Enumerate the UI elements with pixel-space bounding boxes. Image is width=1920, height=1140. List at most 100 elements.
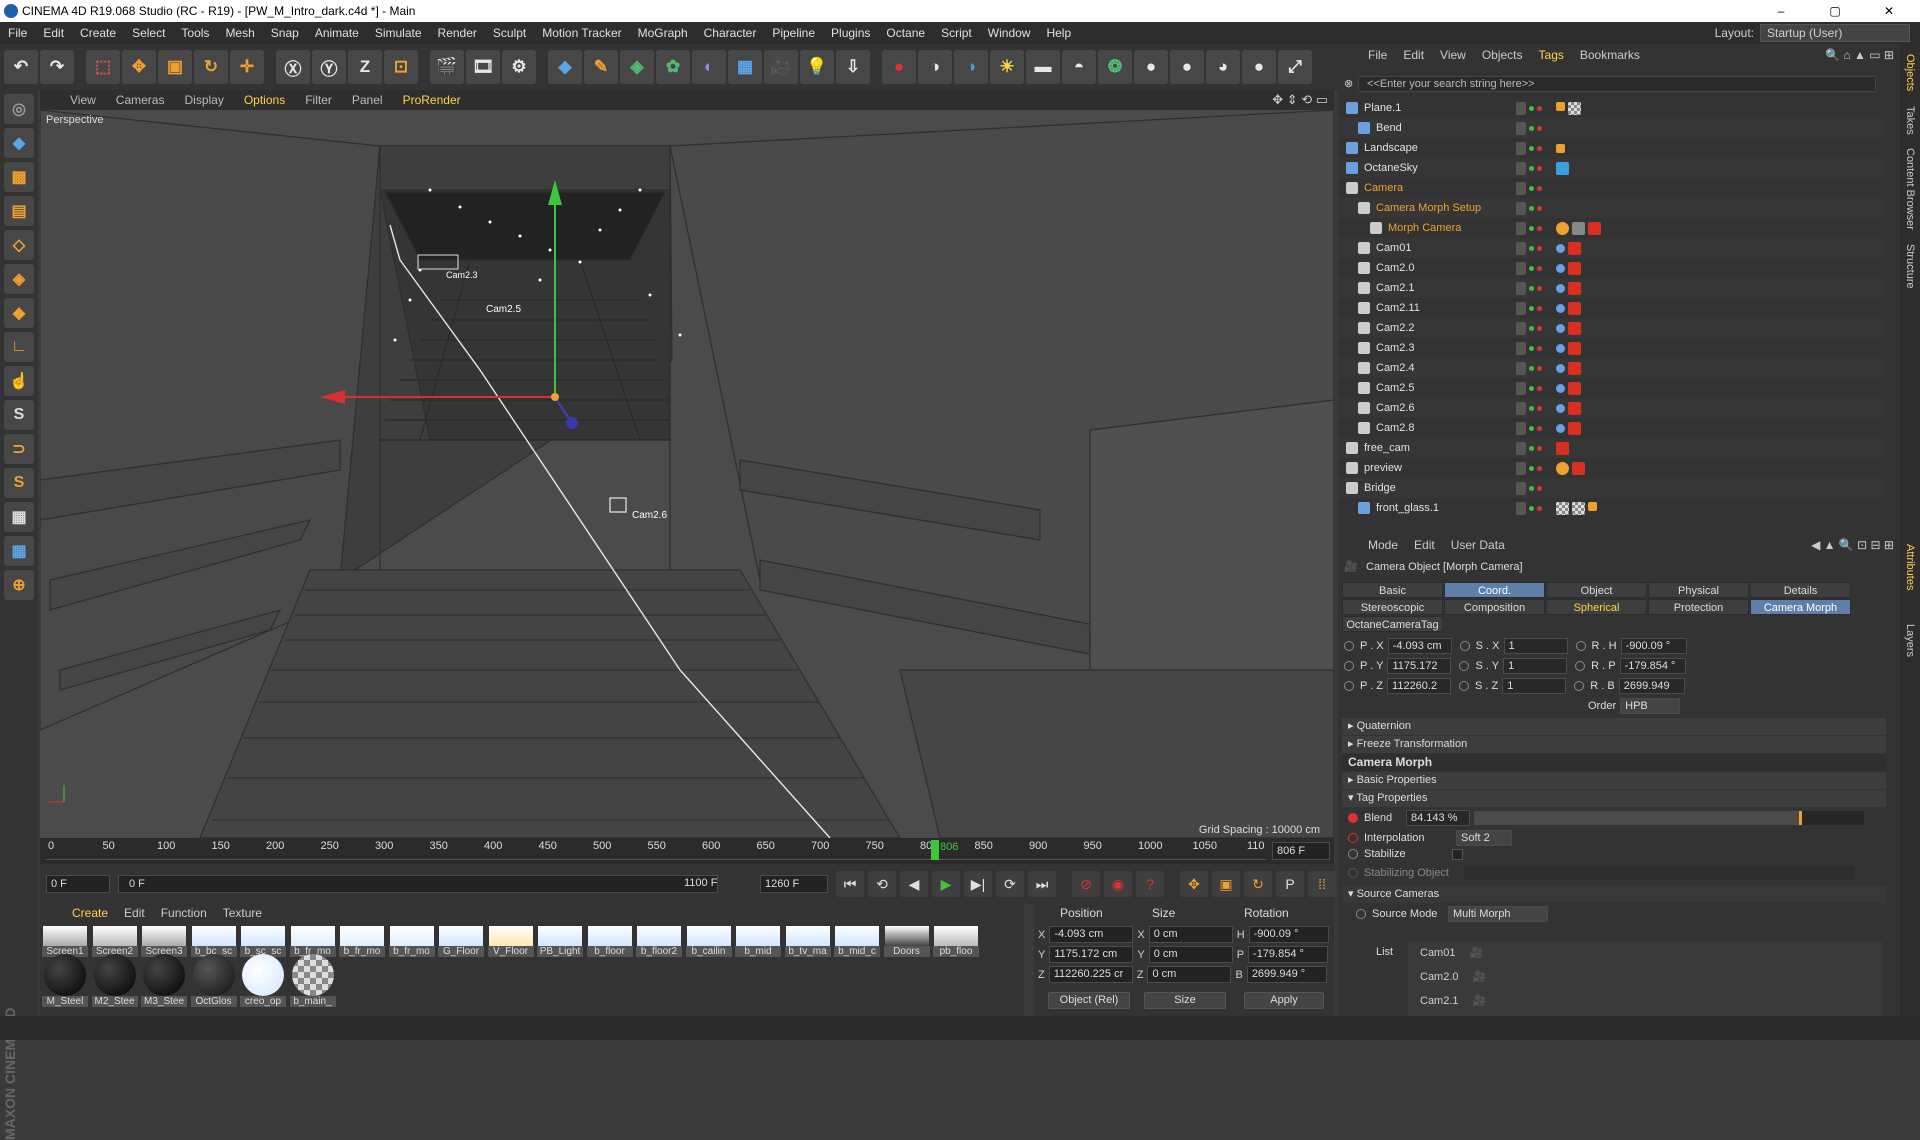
obj-menu-view[interactable]: View [1432, 48, 1474, 62]
object-row[interactable]: Cam2.6 [1338, 398, 1884, 418]
timeline-ruler[interactable]: 0 50 100 150 200 250 300 350 400 450 500 550 600 650 7… [40, 838, 1334, 864]
close-button[interactable]: ✕ [1866, 0, 1912, 22]
minimize-button[interactable]: – [1758, 0, 1804, 22]
object-row[interactable]: front_glass.1 [1338, 498, 1884, 518]
interpolation-dropdown[interactable]: Soft 2 [1456, 830, 1512, 846]
mat-menu-texture[interactable]: Texture [215, 906, 270, 920]
size-z-field[interactable]: 0 cm [1147, 966, 1232, 983]
object-flags[interactable] [1516, 401, 1554, 415]
octane-camera-tag-icon[interactable] [1568, 341, 1581, 355]
material-swatch[interactable]: b_floor2 [636, 926, 682, 957]
material-swatch[interactable]: M3_Stee [141, 954, 187, 1007]
vp-menu-cameras[interactable]: Cameras [106, 93, 175, 107]
object-flags[interactable] [1516, 321, 1554, 335]
snapping-icon[interactable]: S [4, 468, 34, 498]
octane-camera-tag-icon[interactable] [1568, 421, 1581, 435]
menu-tools[interactable]: Tools [173, 22, 217, 44]
order-dropdown[interactable]: HPB [1620, 698, 1681, 714]
object-flags[interactable] [1516, 201, 1554, 215]
layout-dropdown[interactable]: Startup (User) [1760, 24, 1910, 42]
octane-camera-tag-icon[interactable] [1568, 261, 1581, 275]
object-flags[interactable] [1516, 101, 1554, 115]
go-to-start-icon[interactable]: ⏮ [836, 871, 864, 897]
object-flags[interactable] [1516, 461, 1554, 475]
menu-edit[interactable]: Edit [35, 22, 72, 44]
attribute-nav-icons[interactable]: ◀ ▲ 🔍 ⊡ ⊟ ⊞ [1811, 538, 1894, 552]
attr-tab[interactable]: Object [1546, 582, 1647, 598]
object-flags[interactable] [1516, 301, 1554, 315]
attr-tab[interactable]: Details [1750, 582, 1851, 598]
position-y-field[interactable]: 1175.172 cm [1049, 946, 1134, 963]
material-swatch[interactable]: Screen1 [42, 926, 88, 957]
protection-tag-icon[interactable] [1556, 461, 1569, 475]
source-mode-dropdown[interactable]: Multi Morph [1448, 906, 1548, 922]
object-row[interactable]: Cam2.8 [1338, 418, 1884, 438]
attr-tab[interactable]: Coord. [1444, 582, 1545, 598]
material-swatch[interactable]: M_Steel [42, 954, 88, 1007]
object-row[interactable]: Cam2.2 [1338, 318, 1884, 338]
apply-button[interactable]: Apply [1244, 992, 1324, 1009]
menu-file[interactable]: File [0, 22, 35, 44]
s-z-field[interactable]: 1 [1502, 678, 1567, 694]
octane-tool-icon-1[interactable]: ◑ [918, 50, 952, 84]
menu-help[interactable]: Help [1038, 22, 1079, 44]
blend-field[interactable]: 84.143 % [1406, 810, 1470, 826]
size-y-field[interactable]: 0 cm [1148, 946, 1233, 963]
next-key-icon[interactable]: ⟳ [996, 871, 1024, 897]
move-icon[interactable]: ✥ [122, 50, 156, 84]
source-camera-item[interactable]: Cam01 🎥 [1420, 946, 1483, 960]
side-tab-content-browser[interactable]: Content Browser [1904, 148, 1916, 230]
camera-icon[interactable]: 🎥 [764, 50, 798, 84]
record-icon[interactable]: ⊘ [1072, 871, 1100, 897]
protection-tag-icon[interactable] [1556, 221, 1569, 235]
menu-octane[interactable]: Octane [878, 22, 933, 44]
target-tag-icon[interactable] [1556, 263, 1565, 273]
target-tag-icon[interactable] [1556, 303, 1565, 313]
y-axis-icon[interactable]: Ⓨ [312, 50, 346, 84]
obj-menu-edit[interactable]: Edit [1395, 48, 1432, 62]
attr-tab[interactable]: Basic [1342, 582, 1443, 598]
render-view-icon[interactable]: 🎬 [430, 50, 464, 84]
object-manager-nav-icons[interactable]: 🔍 ⌂ ▲ ▭ ⊞ [1825, 48, 1894, 62]
object-flags[interactable] [1516, 221, 1554, 235]
play-icon[interactable]: ▶ [932, 871, 960, 897]
octane-camera-tag-icon[interactable] [1572, 461, 1585, 475]
maximize-button[interactable]: ▢ [1812, 0, 1858, 22]
axis-lock-icon[interactable]: ⊕ [4, 570, 34, 600]
octane-camera-tag-icon[interactable] [1568, 401, 1581, 415]
deformer-icon[interactable]: ◐ [692, 50, 726, 84]
snap-icon[interactable]: S [4, 400, 34, 430]
object-flags[interactable] [1516, 481, 1554, 495]
rotation-p-field[interactable]: -179.854 ° [1248, 946, 1329, 963]
r-h-field[interactable]: -900.09 ° [1620, 638, 1687, 654]
obj-menu-tags[interactable]: Tags [1531, 48, 1572, 62]
import-icon[interactable]: ⇩ [836, 50, 870, 84]
floor-icon[interactable]: ▦ [728, 50, 762, 84]
source-camera-item[interactable]: Cam2.0 🎥 [1420, 970, 1486, 984]
vp-menu-display[interactable]: Display [174, 93, 233, 107]
edges-mode-icon[interactable]: ◈ [4, 264, 34, 294]
octane-sphere-icon-2[interactable]: ● [1170, 50, 1204, 84]
object-row[interactable]: Camera [1338, 178, 1884, 198]
octane-camera-tag-icon[interactable] [1568, 381, 1581, 395]
menu-motion-tracker[interactable]: Motion Tracker [534, 22, 629, 44]
object-row[interactable]: Cam2.5 [1338, 378, 1884, 398]
object-flags[interactable] [1516, 501, 1554, 515]
attr-tab[interactable]: Physical [1648, 582, 1749, 598]
octane-camera-tag-icon[interactable] [1568, 301, 1581, 315]
key-parameter-icon[interactable]: P [1276, 871, 1304, 897]
object-flags[interactable] [1516, 161, 1554, 175]
next-frame-icon[interactable]: ▶| [964, 871, 992, 897]
vp-menu-prorender[interactable]: ProRender [393, 93, 471, 107]
object-row[interactable]: Cam2.3 [1338, 338, 1884, 358]
object-flags[interactable] [1516, 141, 1554, 155]
size-mode-dropdown[interactable]: Size [1144, 992, 1226, 1009]
vp-menu-filter[interactable]: Filter [295, 93, 342, 107]
rotation-b-field[interactable]: 2699.949 ° [1246, 966, 1327, 983]
section-source-cameras[interactable]: ▾ Source Cameras [1342, 886, 1886, 903]
pen-icon[interactable]: ✎ [584, 50, 618, 84]
material-swatch[interactable]: b_tv_ma [784, 926, 831, 957]
mat-menu-create[interactable]: Create [64, 906, 116, 920]
section-tag-properties[interactable]: ▾ Tag Properties [1342, 790, 1886, 807]
object-flags[interactable] [1516, 341, 1554, 355]
